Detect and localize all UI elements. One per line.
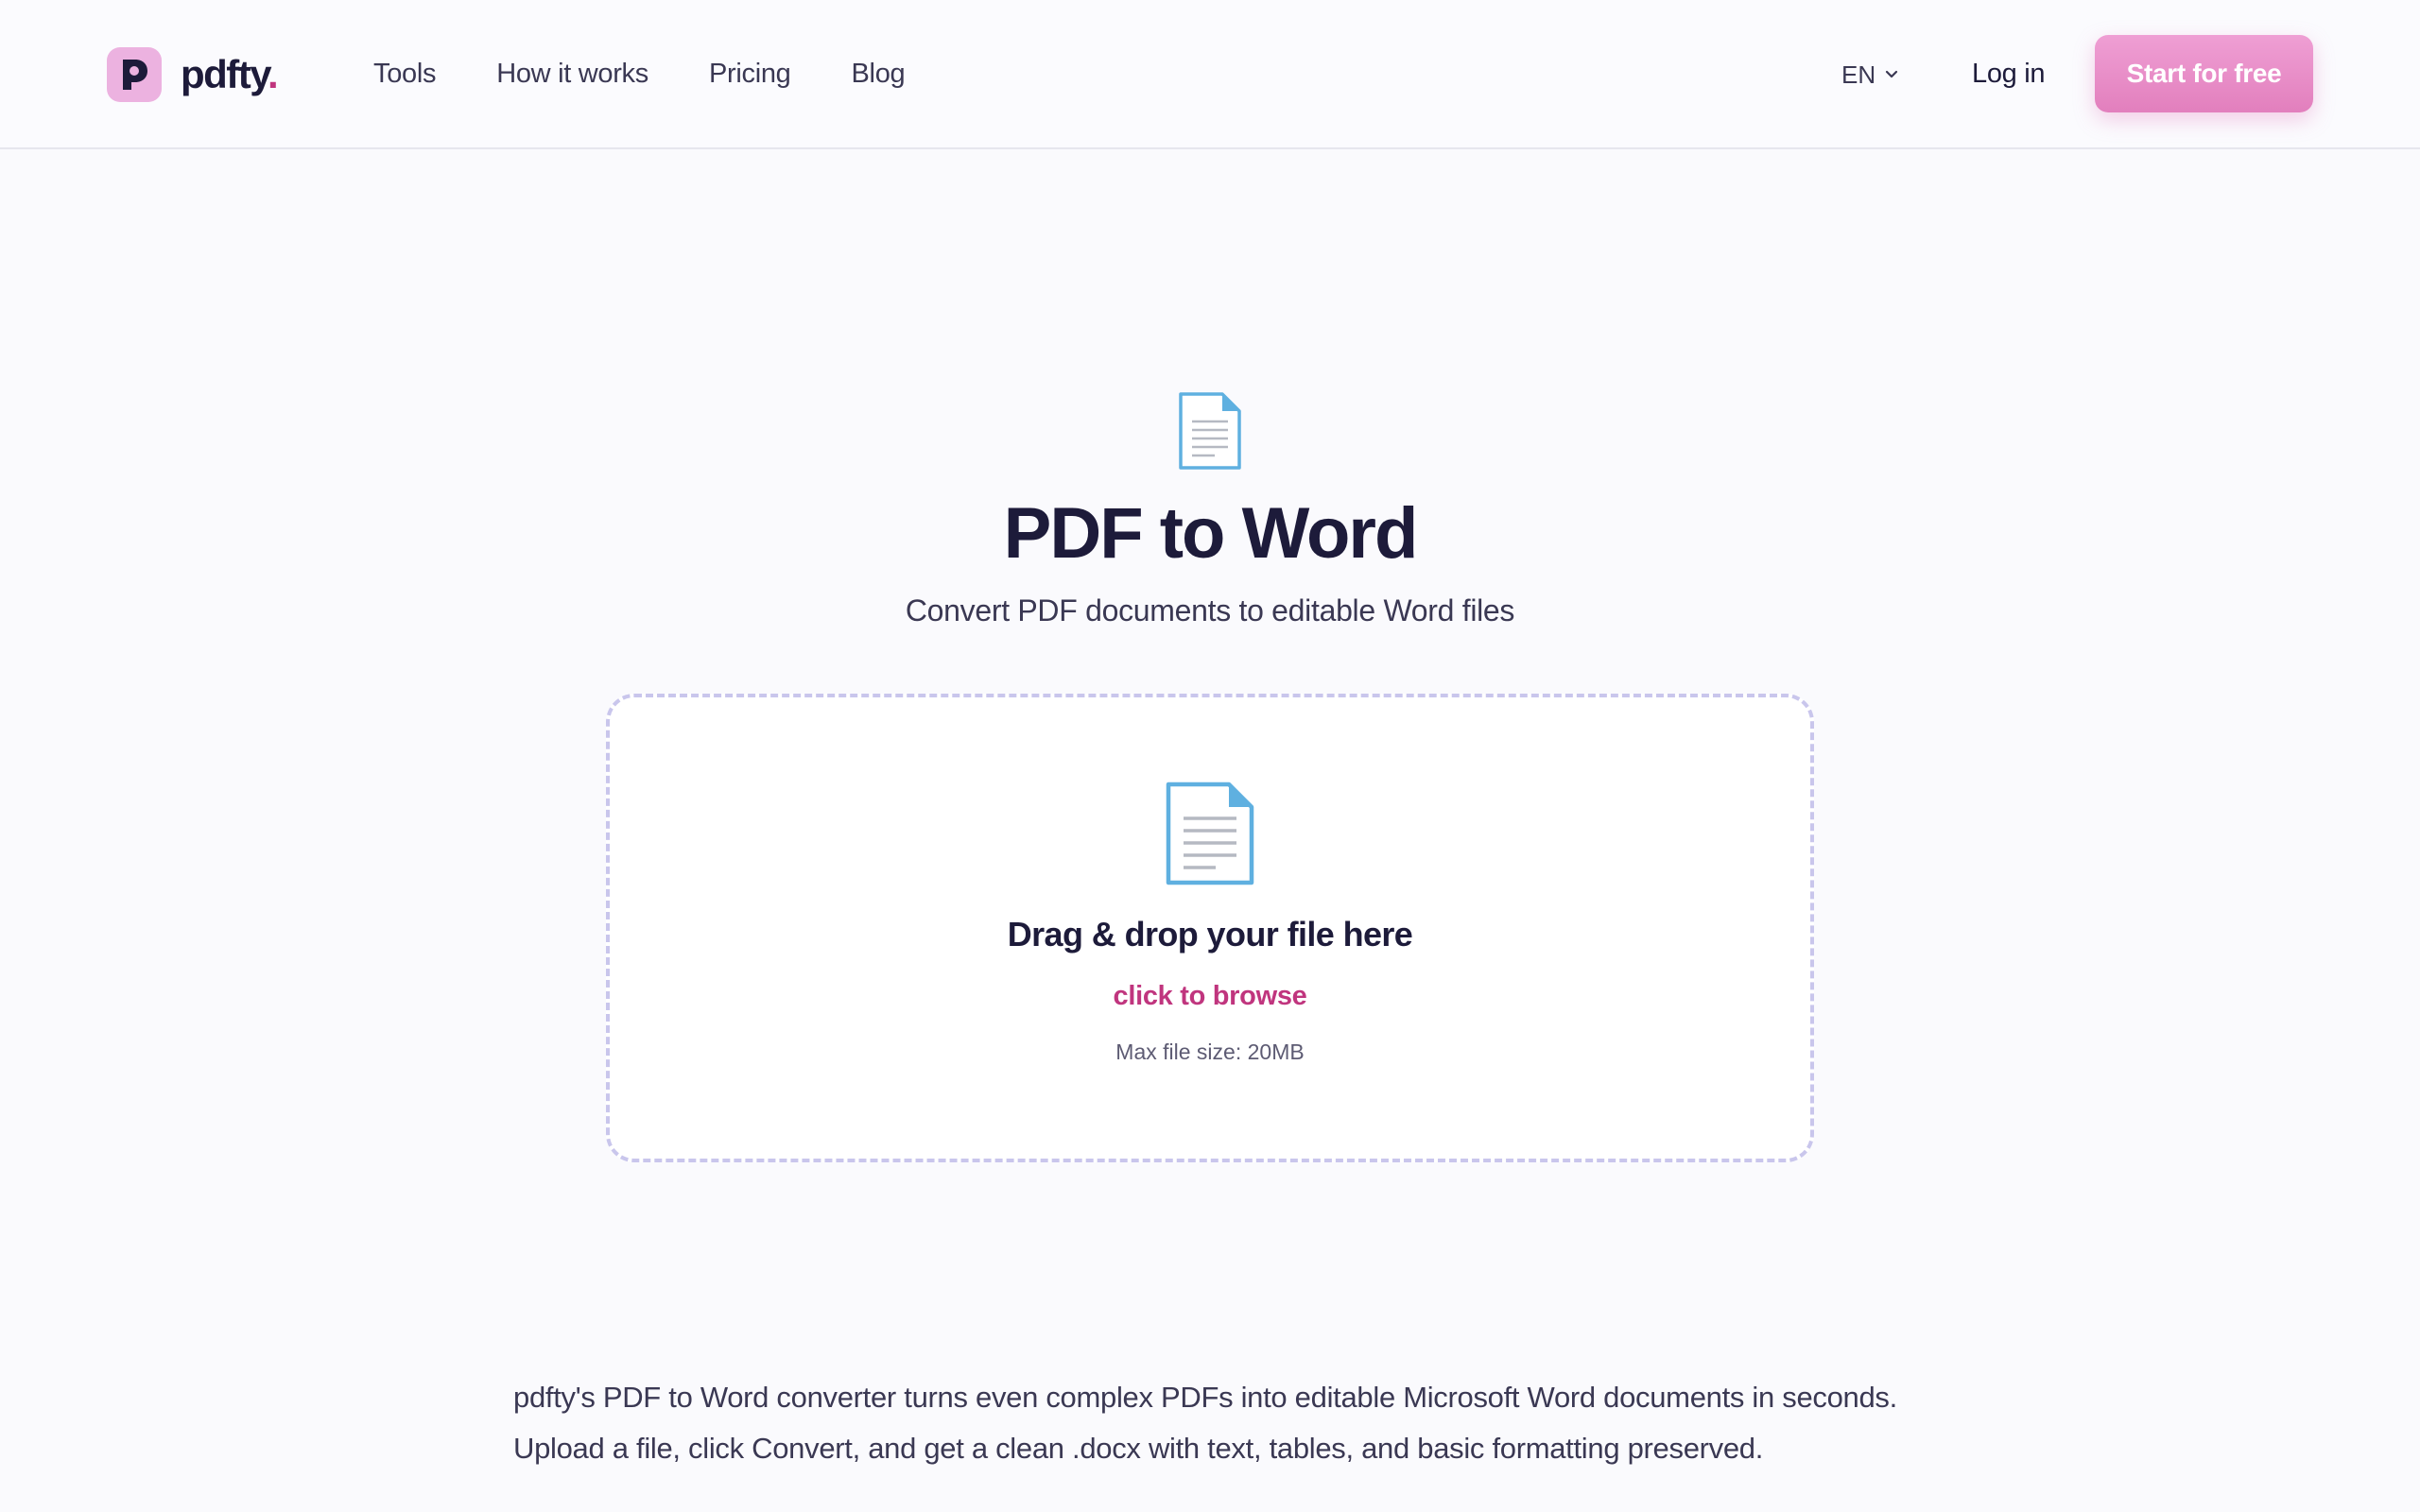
max-file-size-note: Max file size: 20MB bbox=[1115, 1040, 1305, 1064]
document-icon bbox=[1179, 392, 1241, 470]
dropzone-title: Drag & drop your file here bbox=[1007, 915, 1413, 954]
description-line: Upload a file, click Convert, and get a … bbox=[513, 1432, 1764, 1465]
start-for-free-button[interactable]: Start for free bbox=[2095, 35, 2313, 112]
page-subtitle: Convert PDF documents to editable Word f… bbox=[905, 593, 1515, 627]
nav-link-pricing[interactable]: Pricing bbox=[709, 59, 791, 90]
document-icon bbox=[1166, 782, 1254, 885]
chevron-down-icon bbox=[1886, 70, 1898, 78]
language-label: EN bbox=[1841, 60, 1876, 89]
page-title: PDF to Word bbox=[1003, 493, 1419, 574]
brand-logo[interactable]: pdfty. bbox=[107, 46, 279, 103]
nav-link-tools[interactable]: Tools bbox=[373, 59, 437, 90]
nav-link-how-it-works[interactable]: How it works bbox=[496, 59, 648, 90]
brand-wordmark: pdfty. bbox=[181, 52, 279, 96]
description-line: pdfty's PDF to Word converter turns even… bbox=[513, 1381, 1897, 1414]
browse-link[interactable]: click to browse bbox=[1106, 977, 1314, 1015]
site-header: pdfty. Tools How it works Pricing Blog E… bbox=[0, 0, 2420, 149]
pdfty-logo-icon bbox=[107, 47, 162, 102]
nav-link-blog[interactable]: Blog bbox=[852, 59, 906, 90]
tool-description: pdfty's PDF to Word converter turns even… bbox=[513, 1372, 1988, 1474]
main-nav: Tools How it works Pricing Blog bbox=[373, 53, 965, 94]
login-link[interactable]: Log in bbox=[1972, 53, 2046, 94]
language-selector[interactable]: EN bbox=[1841, 56, 1898, 94]
